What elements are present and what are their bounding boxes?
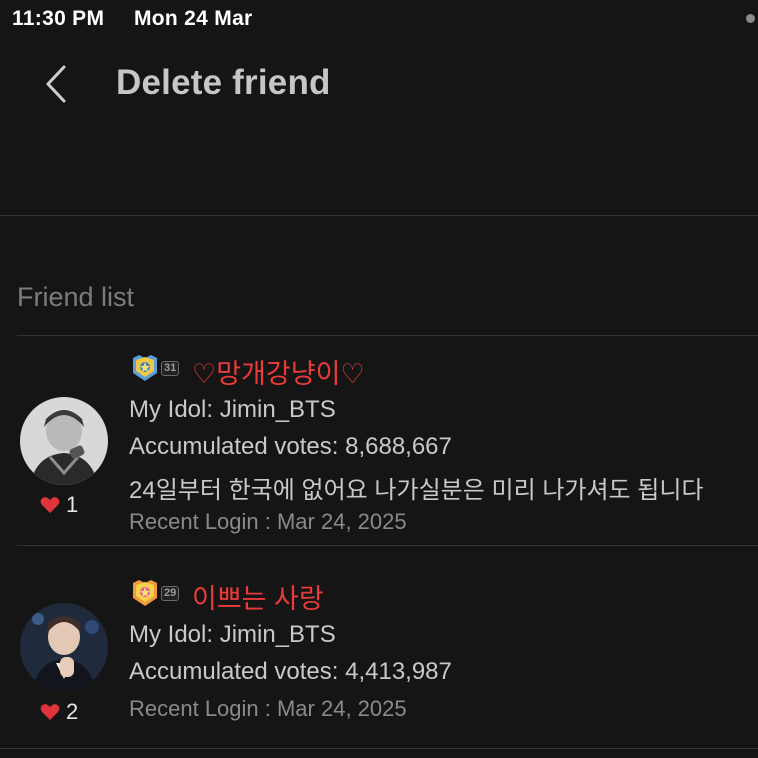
avatar-photo xyxy=(20,397,108,485)
level-medal-icon xyxy=(133,355,157,381)
level-badge: 29 xyxy=(130,578,180,608)
avatar xyxy=(20,397,108,485)
friend-nickname: ♡망개강냥이♡ xyxy=(192,359,365,389)
heart-icon xyxy=(40,497,60,513)
row-divider xyxy=(0,748,758,749)
friend-recent-login: Recent Login : Mar 24, 2025 xyxy=(129,509,407,534)
heart-icon xyxy=(40,704,60,720)
avatar-photo xyxy=(20,603,108,691)
delete-friend-screen: 11:30 PM Mon 24 Mar Delete friend Friend… xyxy=(0,0,758,758)
friend-list-label: Friend list xyxy=(17,282,135,312)
friend-votes: Accumulated votes: 8,688,667 xyxy=(129,433,452,460)
friend-votes: Accumulated votes: 4,413,987 xyxy=(129,658,452,685)
likes-count: 2 xyxy=(66,699,79,724)
level-number: 31 xyxy=(161,360,180,376)
level-number: 29 xyxy=(161,585,180,601)
status-date: Mon 24 Mar xyxy=(134,7,253,30)
friend-likes: 2 xyxy=(40,699,78,725)
friend-recent-login: Recent Login : Mar 24, 2025 xyxy=(129,696,407,721)
friend-message: 24일부터 한국에 없어요 나가실분은 미리 나가셔도 됩니다 xyxy=(129,477,704,504)
likes-count: 1 xyxy=(66,492,79,517)
back-button[interactable] xyxy=(36,60,76,108)
friend-idol: My Idol: Jimin_BTS xyxy=(129,396,336,423)
level-badge: 31 xyxy=(130,353,180,383)
chevron-left-icon xyxy=(46,65,66,103)
status-indicator-dot xyxy=(746,14,755,23)
friend-row[interactable]: 1 31 ♡망개강냥이♡ My Idol: Jimin_BTS Accumula… xyxy=(0,336,758,545)
avatar xyxy=(20,603,108,691)
friend-idol: My Idol: Jimin_BTS xyxy=(129,621,336,648)
page-title: Delete friend xyxy=(116,63,331,102)
status-time: 11:30 PM xyxy=(12,7,105,30)
friend-nickname: 이쁘는 사랑 xyxy=(192,584,324,614)
level-medal-icon xyxy=(133,580,157,606)
friend-likes: 1 xyxy=(40,492,78,518)
friend-row[interactable]: 2 29 이쁘는 사랑 My Idol: Jimin_BTS Accumulat… xyxy=(0,546,758,748)
header-divider xyxy=(0,215,758,216)
